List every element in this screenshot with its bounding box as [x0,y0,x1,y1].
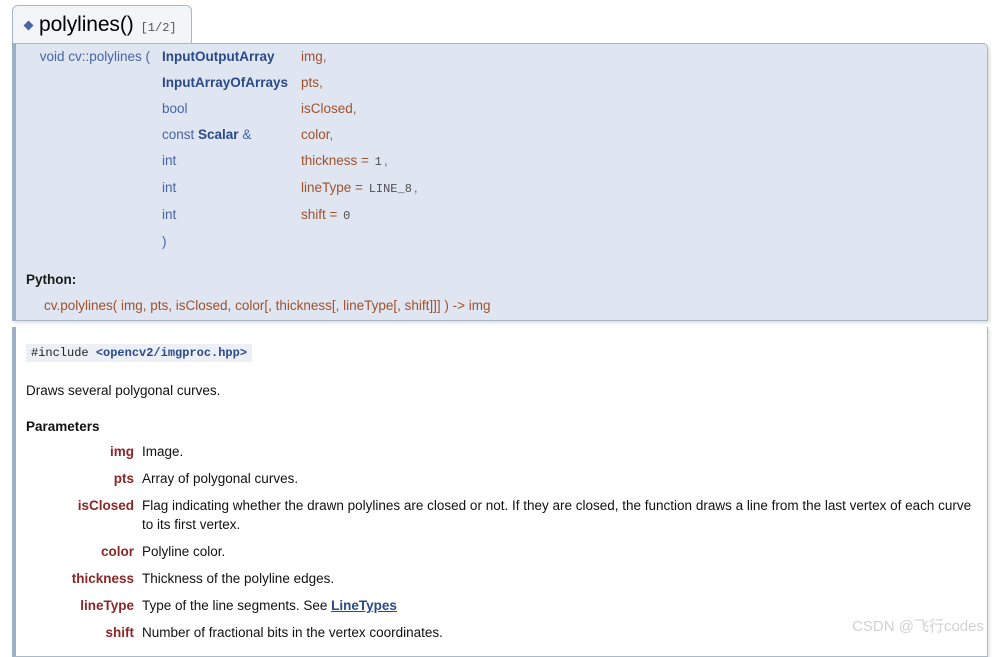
param-type-2: bool [162,101,188,116]
param-type-5: int [162,180,177,195]
param-desc-color: Polyline color. [142,544,226,559]
param-type-4: int [162,153,177,168]
python-section-label: Python: [26,272,77,287]
param-label-color: color [100,544,134,559]
param-name-2: isClosed, [301,101,357,116]
overload-counter: [1/2] [140,20,177,35]
parameters-table: img Image. pts Array of polygonal curves… [16,442,976,650]
param-name-5: lineType = LINE_8, [301,180,418,196]
watermark: CSDN @飞行codes [852,618,984,635]
param-name-6: shift = 0 [301,207,351,223]
param-name-3: color, [301,127,334,142]
brief-description: Draws several polygonal curves. [26,383,221,398]
member-documentation-panel: #include <opencv2/imgproc.hpp> Draws sev… [12,327,988,657]
param-desc-shift: Number of fractional bits in the vertex … [142,625,443,640]
table-row: lineType Type of the line segments. See … [16,596,976,623]
signature-row: InputArrayOfArrays pts, [16,70,987,96]
param-desc-linetype: Type of the line segments. See LineTypes [142,596,976,623]
param-label-thickness: thickness [71,571,134,586]
param-type-1: InputArrayOfArrays [162,75,289,90]
table-row: pts Array of polygonal curves. [16,469,976,496]
member-prototype-panel: void cv::polylines ( InputOutputArray im… [12,43,988,321]
param-name-4: thickness = 1, [301,153,388,169]
table-row: color Polyline color. [16,542,976,569]
signature-close-paren: ) [162,234,167,249]
param-type-6: int [162,207,177,222]
signature-row: bool isClosed, [16,96,987,122]
include-header-path: <opencv2/imgproc.hpp> [95,346,248,360]
python-signature: cv.polylines( img, pts, isClosed, color[… [44,298,491,313]
signature-row: ) [16,229,987,255]
include-keyword: #include [31,346,96,360]
function-declaration: void cv::polylines ( [39,49,150,64]
table-row: shift Number of fractional bits in the v… [16,623,976,650]
signature-row: void cv::polylines ( InputOutputArray im… [16,44,987,70]
param-name-1: pts, [301,75,323,90]
table-row: img Image. [16,442,976,469]
diamond-icon [23,20,34,31]
linetypes-link[interactable]: LineTypes [331,598,397,613]
param-desc-img: Image. [142,444,184,459]
param-desc-pts: Array of polygonal curves. [142,471,299,486]
tab-polylines[interactable]: polylines() [1/2] [12,5,192,43]
signature-row: const Scalar & color, [16,122,987,148]
param-type-3: const Scalar & [162,127,252,142]
param-label-img: img [109,444,134,459]
param-desc-isclosed: Flag indicating whether the drawn polyli… [142,498,972,532]
signature-row: int thickness = 1, [16,148,987,175]
page-title: polylines() [39,12,134,36]
param-desc-linetype-text: Type of the line segments. See [142,598,332,613]
include-directive: #include <opencv2/imgproc.hpp> [26,344,253,362]
member-tab-strip: polylines() [1/2] [0,0,1000,44]
param-type-0: InputOutputArray [162,49,275,64]
parameters-heading: Parameters [26,419,100,434]
signature-table: void cv::polylines ( InputOutputArray im… [16,44,987,255]
param-desc-thickness: Thickness of the polyline edges. [142,571,335,586]
param-label-isclosed: isClosed [77,498,134,513]
param-label-linetype: lineType [80,598,134,613]
table-row: thickness Thickness of the polyline edge… [16,569,976,596]
signature-row: int shift = 0 [16,202,987,229]
signature-row: int lineType = LINE_8, [16,175,987,202]
param-label-shift: shift [105,625,135,640]
param-name-0: img, [301,49,327,64]
table-row: isClosed Flag indicating whether the dra… [16,496,976,542]
param-label-pts: pts [113,471,134,486]
